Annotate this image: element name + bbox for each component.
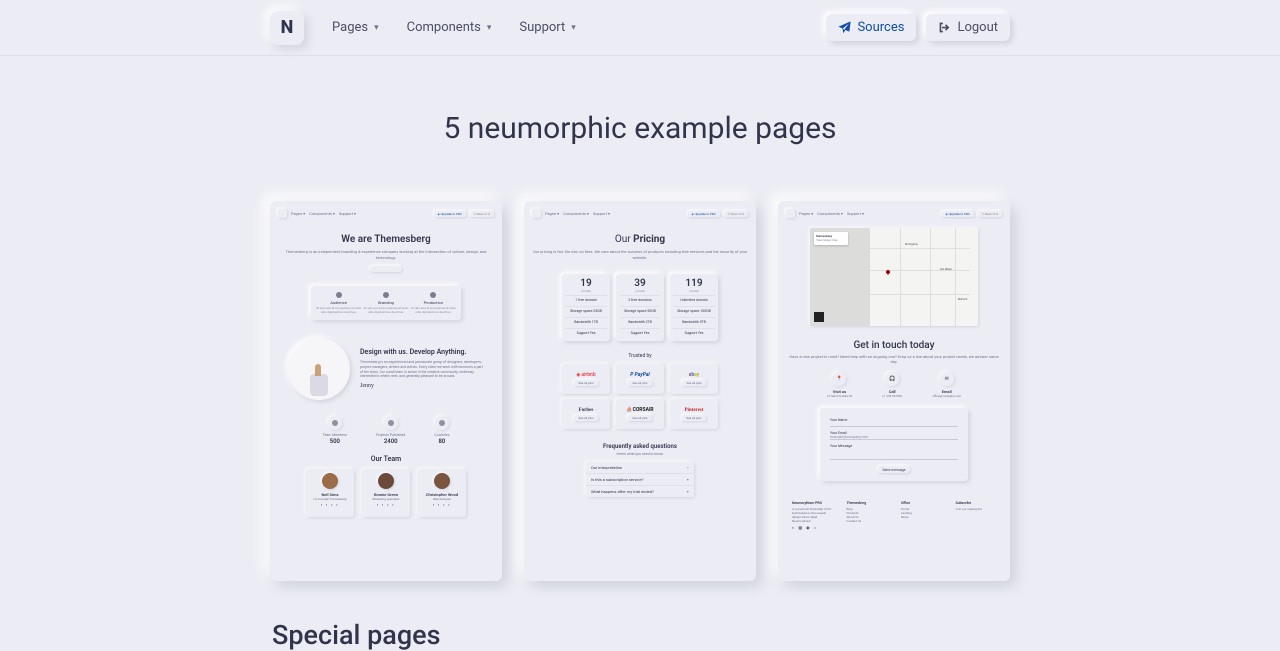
- pricing-heading: Our Pricing: [532, 234, 748, 245]
- map-search: themesbergView larger map: [814, 232, 848, 245]
- example-pages-row: Pages ▾Components ▾Support ▾ ◈ Upgrade t…: [0, 201, 1280, 581]
- contact-form: Your Name Your Emailexample@company.com …: [820, 408, 968, 481]
- price-card: 119/monthUnlimited domainStorage space 1…: [670, 274, 718, 341]
- nav-components[interactable]: Components▾: [407, 20, 492, 35]
- faq-accordion: Our interpretation− Is this a subscripti…: [586, 462, 694, 497]
- location-icon: 📍: [832, 372, 846, 386]
- send-button: Send message: [878, 466, 910, 473]
- thumb-nav: Pages ▾Components ▾Support ▾ ◈ Upgrade t…: [278, 209, 494, 218]
- chevron-down-icon: ▾: [374, 23, 379, 33]
- nav-support[interactable]: Support▾: [519, 20, 575, 35]
- signature: Jenny: [360, 383, 484, 389]
- example-page-contact[interactable]: Pages ▾Components ▾Support ▾ ◈ Upgrade t…: [778, 201, 1010, 581]
- pill-button: [370, 266, 402, 272]
- about-subtitle: Themesberg is an independent branding & …: [278, 249, 494, 260]
- team-card: Neil SimsCo-Founder Themesberg▪ ▪ ▪ ▪: [306, 469, 354, 517]
- headset-icon: 🎧: [885, 372, 899, 386]
- logout-icon: [938, 21, 951, 34]
- trust-card: ⛵CORSAIRSee all jobs: [616, 399, 664, 429]
- contact-heading: Get in touch today: [786, 340, 1002, 351]
- team-card: Bonnie GreenMarketing specialist▪ ▪ ▪ ▪: [362, 469, 410, 517]
- top-nav: N Pages▾ Components▾ Support▾ Sources Lo…: [0, 0, 1280, 56]
- thumb-nav: Pages ▾Components ▾Support ▾ ◈ Upgrade t…: [532, 209, 748, 218]
- room-image: [288, 338, 350, 400]
- features-box: AudienceAt vero eos et accusamus et iust…: [311, 286, 461, 320]
- trusted-label: Trusted by: [532, 353, 748, 359]
- contact-subtitle: Have a new project in mind? Need help wi…: [786, 354, 1002, 364]
- trust-card: ForbesSee all jobs: [562, 399, 610, 429]
- team-card: Christopher WoodWeb designer▪ ▪ ▪ ▪: [418, 469, 466, 517]
- trust-card: P PayPalSee all jobs: [616, 364, 664, 394]
- example-page-about[interactable]: Pages ▾Components ▾Support ▾ ◈ Upgrade t…: [270, 201, 502, 581]
- pricing-subtitle: Our pricing is fair. No risk, no fees. W…: [532, 249, 748, 260]
- price-card: 39/month2 free domainsStorage space 50GB…: [616, 274, 664, 341]
- mail-icon: ✉: [940, 372, 954, 386]
- thumb-nav: Pages ▾Components ▾Support ▾ ◈ Upgrade t…: [786, 209, 1002, 218]
- trust-card: ◈ airbnbSee all jobs: [562, 364, 610, 394]
- trust-card: PinterestSee all jobs: [670, 399, 718, 429]
- team-heading: Our Team: [278, 455, 494, 463]
- map-layers-icon: [814, 312, 824, 322]
- about-heading: We are Themesberg: [278, 234, 494, 245]
- special-pages-heading: Special pages: [272, 619, 1280, 651]
- brand-logo[interactable]: N: [270, 11, 304, 45]
- nav-pages[interactable]: Pages▾: [332, 20, 379, 35]
- sources-button[interactable]: Sources: [826, 14, 916, 41]
- faq-heading: Frequently asked questions: [532, 443, 748, 450]
- hero-title: 5 neumorphic example pages: [0, 111, 1280, 146]
- price-card: 19/month1 free domainStorage space 25GBB…: [562, 274, 610, 341]
- chevron-down-icon: ▾: [487, 23, 492, 33]
- logout-button[interactable]: Logout: [926, 14, 1010, 41]
- chevron-down-icon: ▾: [571, 23, 576, 33]
- map: Burlingame San Mateo Belmont themesbergV…: [810, 228, 978, 326]
- trust-card: ebaySee all jobs: [670, 364, 718, 394]
- example-page-pricing[interactable]: Pages ▾Components ▾Support ▾ ◈ Upgrade t…: [524, 201, 756, 581]
- paper-plane-icon: [838, 21, 851, 34]
